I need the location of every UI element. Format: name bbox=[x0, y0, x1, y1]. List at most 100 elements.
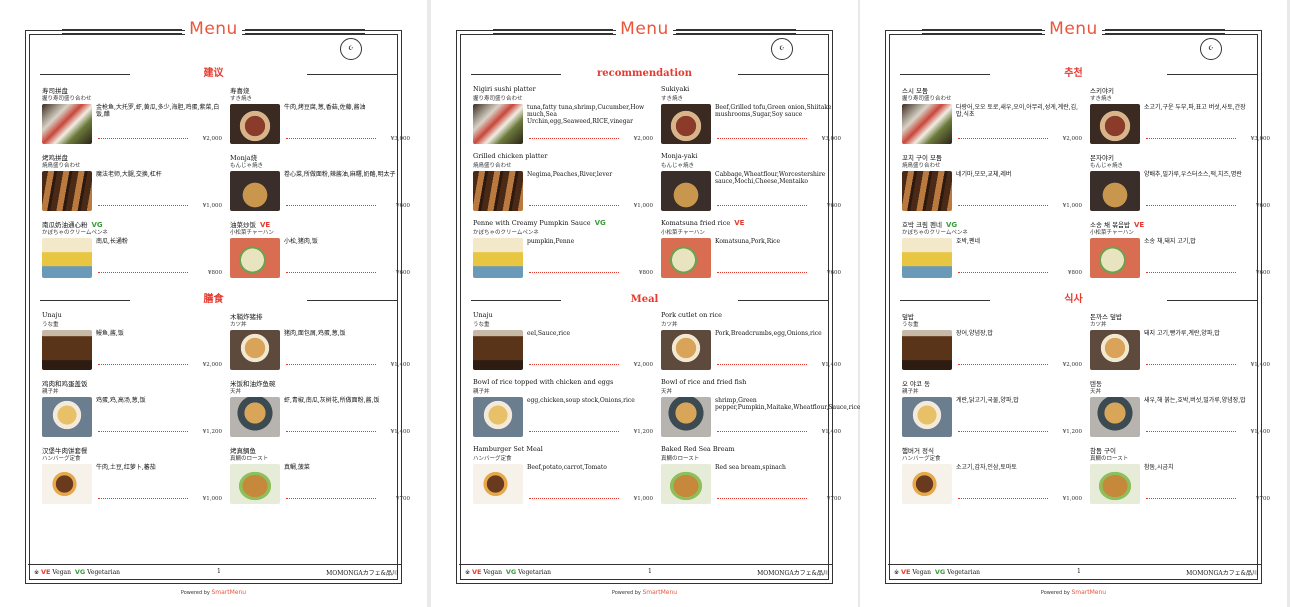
food-photo[interactable] bbox=[473, 397, 523, 437]
food-photo[interactable] bbox=[42, 171, 92, 211]
menu-item[interactable]: Unaju うな重 eel,Sauce,rice ¥2,000 bbox=[473, 311, 653, 375]
item-price: ¥1,000 bbox=[202, 203, 222, 209]
item-ingredients: 네기마,모모,교체,레버 bbox=[956, 171, 1012, 178]
price-leader bbox=[529, 498, 619, 499]
menu-item[interactable]: 南瓜奶油通心粉 VG かぼちゃのクリームペンネ 南瓜,长通粉 ¥800 bbox=[42, 219, 222, 283]
food-photo[interactable] bbox=[42, 464, 92, 504]
item-subtitle: もんじゃ焼き bbox=[1090, 163, 1124, 169]
food-photo[interactable] bbox=[230, 171, 280, 211]
food-photo[interactable] bbox=[473, 104, 523, 144]
powered-by[interactable]: Powered by SmartMenu bbox=[0, 589, 427, 596]
menu-title: Menu bbox=[431, 19, 858, 39]
food-photo[interactable] bbox=[902, 171, 952, 211]
food-photo[interactable] bbox=[661, 171, 711, 211]
food-photo[interactable] bbox=[661, 397, 711, 437]
item-ingredients: 양배추,밀가루,우스터소스,떡,치즈,명란 bbox=[1144, 171, 1242, 178]
menu-item[interactable]: 몬자야키 もんじゃ焼き 양배추,밀가루,우스터소스,떡,치즈,명란 ¥600 bbox=[1090, 152, 1270, 216]
item-price: ¥1,400 bbox=[821, 362, 841, 368]
food-photo[interactable] bbox=[1090, 104, 1140, 144]
menu-item[interactable]: 참돔 구이 真鯛のロースト 참돔,시금치 ¥700 bbox=[1090, 445, 1270, 509]
food-photo[interactable] bbox=[1090, 171, 1140, 211]
food-photo[interactable] bbox=[230, 464, 280, 504]
menu-item[interactable]: 스키야키 すき焼き 소고기,구운 두부,파,표고 버섯,사토,간장 ¥3,000 bbox=[1090, 85, 1270, 149]
food-photo[interactable] bbox=[1090, 330, 1140, 370]
food-photo[interactable] bbox=[473, 238, 523, 278]
food-photo[interactable] bbox=[661, 104, 711, 144]
item-subtitle: かぼちゃのクリームペンネ bbox=[473, 230, 539, 236]
diet-legend: ※ VE Vegan VG Vegetarian bbox=[465, 568, 552, 576]
food-photo[interactable] bbox=[902, 238, 952, 278]
food-photo[interactable] bbox=[230, 238, 280, 278]
menu-item[interactable]: 호박 크림 펜네 VG かぼちゃのクリームペンネ 호박,펜네 ¥800 bbox=[902, 219, 1082, 283]
food-photo[interactable] bbox=[902, 397, 952, 437]
food-photo[interactable] bbox=[1090, 397, 1140, 437]
item-ingredients: Pork,Breadcrumbs,egg,Onions,rice bbox=[715, 330, 822, 337]
food-photo[interactable] bbox=[42, 238, 92, 278]
menu-item[interactable]: Unaju うな重 鳗鱼,酱,饭 ¥2,000 bbox=[42, 311, 222, 375]
food-photo[interactable] bbox=[1090, 464, 1140, 504]
menu-item[interactable]: Pork cutlet on rice カツ丼 Pork,Breadcrumbs,e… bbox=[661, 311, 841, 375]
menu-item[interactable]: Bowl of rice topped with chicken and egg… bbox=[473, 378, 653, 442]
food-photo[interactable] bbox=[42, 397, 92, 437]
menu-item[interactable]: 소송 채 볶음밥 VE 小松菜チャーハン 소송 채,돼지 고기,밥 ¥600 bbox=[1090, 219, 1270, 283]
item-name: Unaju bbox=[473, 311, 493, 319]
menu-item[interactable]: Monja-yaki もんじゃ焼き Cabbage,Wheatflour,Worce… bbox=[661, 152, 841, 216]
menu-item[interactable]: 꼬치 구이 모둠 焼鳥盛り合わせ 네기마,모모,교체,레버 ¥1,000 bbox=[902, 152, 1082, 216]
menu-item[interactable]: Nigiri sushi platter 握り寿司盛り合わせ tuna,fatty … bbox=[473, 85, 653, 149]
item-ingredients: 소송 채,돼지 고기,밥 bbox=[1144, 238, 1196, 245]
item-subtitle: 親子丼 bbox=[42, 389, 59, 395]
food-photo[interactable] bbox=[230, 104, 280, 144]
diet-legend: ※ VE Vegan VG Vegetarian bbox=[894, 568, 981, 576]
item-subtitle: すき焼き bbox=[1090, 96, 1113, 102]
item-price: ¥700 bbox=[827, 496, 841, 502]
menu-item[interactable]: 烤鸡拼盘 焼鳥盛り合わせ 魔法老师,大腿,交换,杠杆 ¥1,000 bbox=[42, 152, 222, 216]
item-name: Komatsuna fried rice VE bbox=[661, 219, 745, 227]
food-photo[interactable] bbox=[473, 330, 523, 370]
menu-item[interactable]: 스시 모둠 握り寿司盛り合わせ 다랑어,오오 토로,새우,오이,아무리,성게,계란,… bbox=[902, 85, 1082, 149]
menu-item[interactable]: 寿司拼盘 握り寿司盛り合わせ 金枪鱼,大托罗,虾,黄瓜,多少,海胆,鸡蛋,紫菜,白饭… bbox=[42, 85, 222, 149]
food-photo[interactable] bbox=[1090, 238, 1140, 278]
menu-item[interactable]: 汉堡牛肉饼套餐 ハンバーグ定食 牛肉,土豆,红萝卜,蕃茄 ¥1,000 bbox=[42, 445, 222, 509]
menu-item[interactable]: 오 야코 동 親子丼 계란,닭고기,국물,양파,밥 ¥1,200 bbox=[902, 378, 1082, 442]
menu-item[interactable]: Monja烧 もんじゃ焼き 卷心菜,所做面粉,辣酱油,麻糬,奶酪,明太子 ¥600 bbox=[230, 152, 410, 216]
menu-item[interactable]: 寿喜烧 すき焼き 牛肉,烤豆腐,葱,香菇,佐藤,酱油 ¥3,000 bbox=[230, 85, 410, 149]
menu-item[interactable]: 햄버거 정식 ハンバーグ定食 소고기,감자,인삼,토마토 ¥1,000 bbox=[902, 445, 1082, 509]
menu-item[interactable]: 돈까스 덮밥 カツ丼 돼지 고기,빵가루,계란,양파,밥 ¥1,400 bbox=[1090, 311, 1270, 375]
powered-by[interactable]: Powered by SmartMenu bbox=[431, 589, 858, 596]
food-photo[interactable] bbox=[42, 104, 92, 144]
menu-item[interactable]: 木鞘炸猪排 カツ丼 猪肉,面包屑,鸡蛋,葱,饭 ¥1,400 bbox=[230, 311, 410, 375]
food-photo[interactable] bbox=[902, 104, 952, 144]
price-leader bbox=[958, 205, 1048, 206]
food-photo[interactable] bbox=[661, 330, 711, 370]
menu-item[interactable]: 油菜炒饭 VE 小松菜チャーハン 小松,猪肉,饭 ¥600 bbox=[230, 219, 410, 283]
menu-item[interactable]: Sukiyaki すき焼き Beef,Grilled tofu,Green onio… bbox=[661, 85, 841, 149]
menu-item[interactable]: 烤真鲷鱼 真鯛のロースト 真鲷,菠菜 ¥700 bbox=[230, 445, 410, 509]
powered-by[interactable]: Powered by SmartMenu bbox=[860, 589, 1287, 596]
menu-item[interactable]: Grilled chicken platter 焼鳥盛り合わせ Negima,Pea… bbox=[473, 152, 653, 216]
food-photo[interactable] bbox=[42, 330, 92, 370]
food-photo[interactable] bbox=[230, 330, 280, 370]
item-subtitle: かぼちゃのクリームペンネ bbox=[42, 230, 108, 236]
menu-item[interactable]: Komatsuna fried rice VE 小松菜チャーハン Komatsuna,… bbox=[661, 219, 841, 283]
item-subtitle: 握り寿司盛り合わせ bbox=[902, 96, 952, 102]
menu-item[interactable]: 덮밥 うな重 장어,양념장,밥 ¥2,000 bbox=[902, 311, 1082, 375]
menu-item[interactable]: 米饭和油炸鱼碗 天丼 虾,青椒,南瓜,灰树花,所做面粉,酱,饭 ¥1,400 bbox=[230, 378, 410, 442]
menu-item[interactable]: Penne with Creamy Pumpkin Sauce VG かぼちゃのクリ… bbox=[473, 219, 653, 283]
price-leader bbox=[717, 138, 807, 139]
menu-item[interactable]: Bowl of rice and fried fish 天丼 shrimp,Gree… bbox=[661, 378, 860, 442]
price-leader bbox=[529, 205, 619, 206]
food-photo[interactable] bbox=[902, 464, 952, 504]
food-photo[interactable] bbox=[473, 171, 523, 211]
item-ingredients: 소고기,감자,인삼,토마토 bbox=[956, 464, 1017, 471]
menu-item[interactable]: Baked Red Sea Bream 真鯛のロースト Red sea bream,… bbox=[661, 445, 841, 509]
menu-item[interactable]: Hamburger Set Meal ハンバーグ定食 Beef,potato,car… bbox=[473, 445, 653, 509]
food-photo[interactable] bbox=[473, 464, 523, 504]
menu-item[interactable]: 텐동 天丼 새우,해 붉는,호박,버섯,밀가루,양념장,밥 ¥1,400 bbox=[1090, 378, 1270, 442]
food-photo[interactable] bbox=[902, 330, 952, 370]
food-photo[interactable] bbox=[230, 397, 280, 437]
food-photo[interactable] bbox=[661, 464, 711, 504]
menu-item[interactable]: 鸡肉和鸡蛋盖饭 親子丼 鸡蛋,鸡,高汤,葱,饭 ¥1,200 bbox=[42, 378, 222, 442]
item-ingredients: 南瓜,长通粉 bbox=[96, 238, 128, 245]
food-photo[interactable] bbox=[661, 238, 711, 278]
item-price: ¥1,000 bbox=[202, 496, 222, 502]
